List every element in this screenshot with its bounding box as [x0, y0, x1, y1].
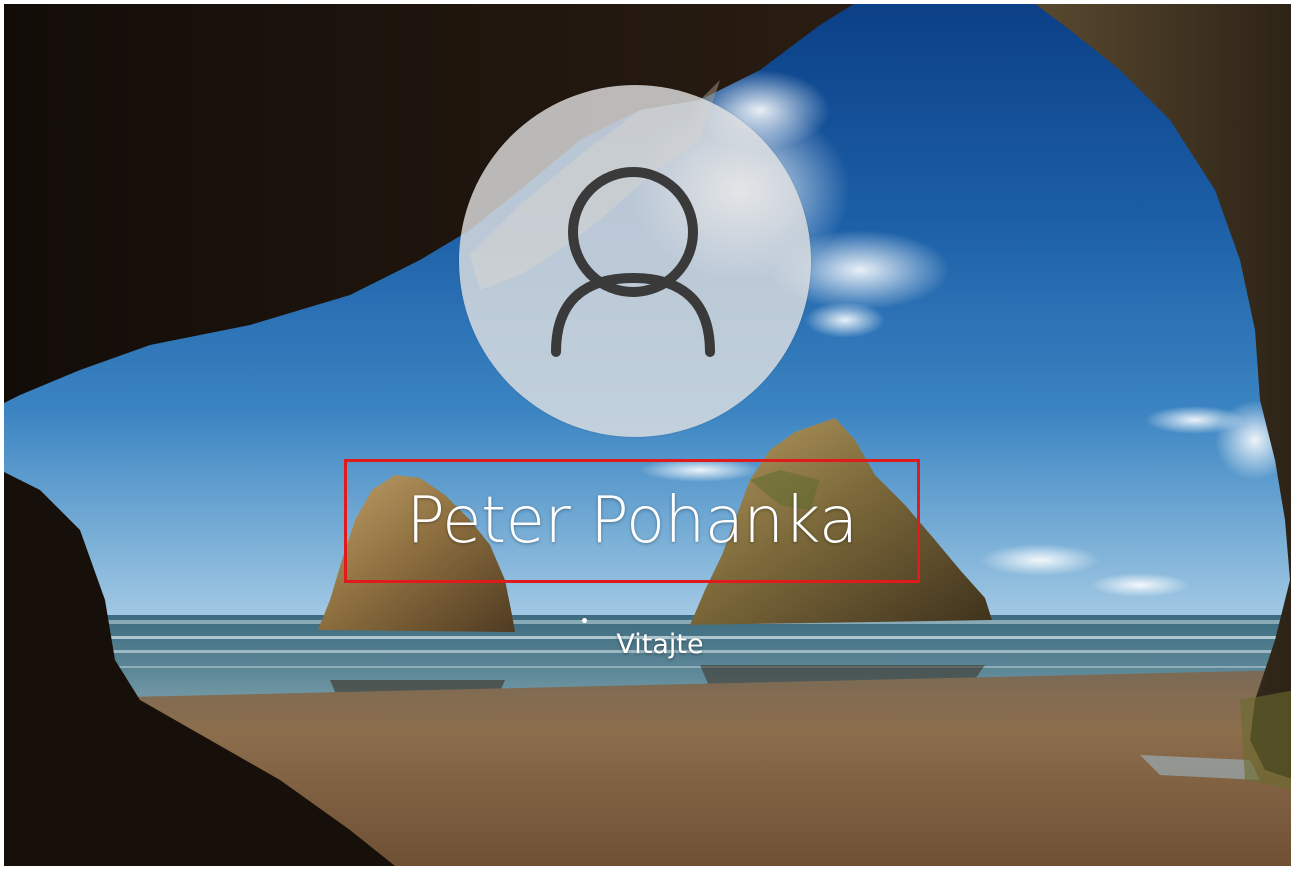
user-icon	[551, 167, 715, 357]
user-name-label: Peter Pohanka	[344, 459, 920, 583]
login-screen: Peter Pohanka Vitajte	[0, 0, 1295, 870]
loading-spinner	[582, 618, 587, 623]
welcome-status-text: Vitajte	[616, 629, 704, 660]
user-avatar	[459, 85, 811, 437]
